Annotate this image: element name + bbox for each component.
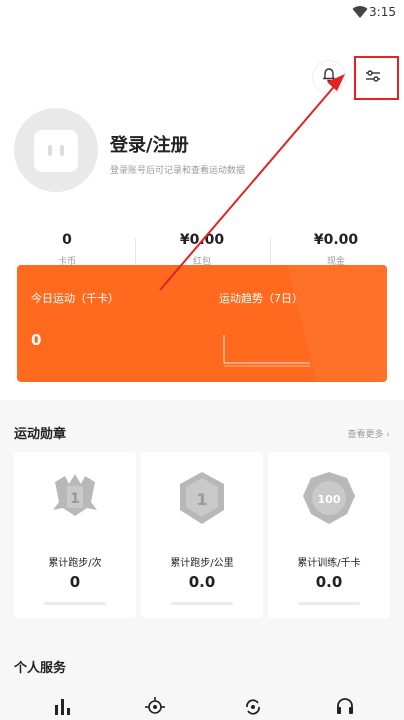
- medal-value: 0.0: [188, 573, 216, 591]
- avatar-placeholder-icon: [34, 130, 78, 172]
- notification-button[interactable]: [313, 61, 345, 93]
- sync-icon[interactable]: [242, 695, 264, 717]
- exercise-summary-card[interactable]: 今日运动（千卡） 运动趋势（7日） 0: [17, 265, 387, 382]
- svg-text:1: 1: [70, 491, 80, 507]
- stat-cash[interactable]: ¥0.00 现金: [281, 232, 391, 267]
- medals-see-more-link[interactable]: 查看更多 ›: [348, 427, 390, 440]
- avatar[interactable]: [14, 108, 98, 192]
- status-time: 3:15: [369, 5, 396, 19]
- login-hint: 登录账号后可记录和查看运动数据: [110, 166, 246, 176]
- stat-cash-value: ¥0.00: [313, 232, 359, 248]
- login-register-link[interactable]: 登录/注册: [110, 131, 189, 157]
- medals-section-title: 运动勋章: [14, 427, 67, 442]
- personal-services-icons: [0, 695, 404, 720]
- medal-progress-bar: [44, 602, 106, 605]
- bell-icon: [321, 67, 337, 87]
- medal-progress-bar: [298, 602, 360, 605]
- svg-text:1: 1: [196, 490, 207, 509]
- training-calorie-medal-icon: 100: [303, 472, 355, 524]
- today-exercise-label: 今日运动（千卡）: [31, 292, 119, 305]
- medal-value: 0.0: [315, 573, 343, 591]
- settings-highlight-box: [354, 56, 399, 100]
- stat-coins[interactable]: 0 卡币: [12, 232, 122, 267]
- running-distance-medal-icon: 1: [180, 472, 224, 524]
- trend-axis-graphic: [223, 335, 310, 367]
- stats-icon[interactable]: [51, 695, 73, 717]
- stat-red-packet[interactable]: ¥0.00 红包: [147, 232, 257, 267]
- svg-text:100: 100: [318, 493, 341, 506]
- medal-card-running-count[interactable]: 1 累计跑步/次 0: [14, 452, 136, 618]
- stat-red-packet-value: ¥0.00: [179, 232, 225, 248]
- personal-services-title: 个人服务: [14, 661, 67, 676]
- target-icon[interactable]: [144, 695, 166, 717]
- medal-name: 累计跑步/公里: [170, 558, 234, 569]
- running-count-medal-icon: 1: [53, 474, 97, 516]
- medal-name: 累计跑步/次: [48, 558, 102, 569]
- medal-progress-bar: [171, 602, 233, 605]
- exercise-trend-label: 运动趋势（7日）: [219, 292, 303, 305]
- stat-divider: [270, 238, 271, 264]
- stat-coins-value: 0: [62, 232, 72, 248]
- medal-name: 累计训练/千卡: [297, 558, 361, 569]
- today-exercise-value: 0: [31, 331, 42, 349]
- stat-divider: [135, 238, 136, 264]
- medal-card-running-distance[interactable]: 1 累计跑步/公里 0.0: [141, 452, 263, 618]
- wifi-icon: [352, 4, 368, 23]
- medal-card-training-calorie[interactable]: 100 累计训练/千卡 0.0: [268, 452, 390, 618]
- status-bar: 3:15: [0, 0, 404, 28]
- medal-value: 0: [69, 573, 81, 591]
- headset-icon[interactable]: [334, 695, 356, 717]
